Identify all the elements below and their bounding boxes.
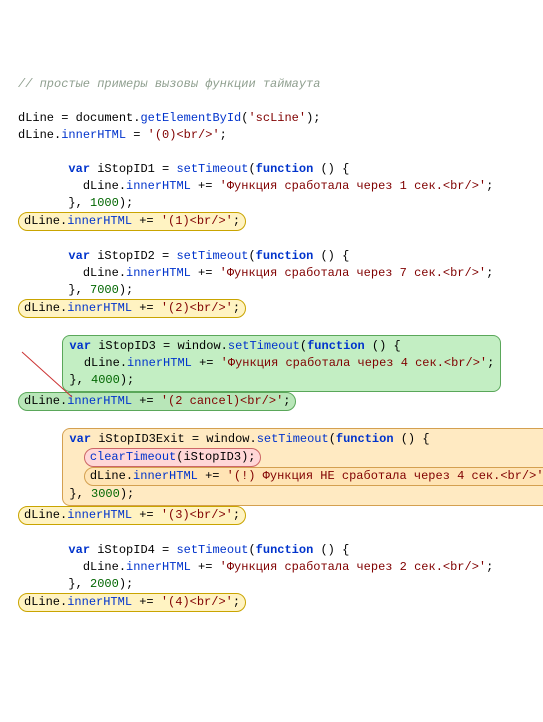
code-line: }, 7000); bbox=[18, 283, 133, 297]
code-line: dLine.innerHTML += 'Функция сработала че… bbox=[18, 179, 493, 193]
highlight-orange-box: var iStopID3Exit = window.setTimeout(fun… bbox=[62, 428, 543, 506]
highlight-yellow: dLine.innerHTML += '(1)<br/>'; bbox=[18, 212, 246, 231]
highlight-orange: dLine.innerHTML += '(!) Функция НЕ срабо… bbox=[84, 467, 543, 486]
code-line: dLine.innerHTML += 'Функция сработала че… bbox=[18, 266, 493, 280]
code-line: var iStopID2 = setTimeout(function () { bbox=[18, 249, 349, 263]
code-line: dLine.innerHTML = '(0)<br/>'; bbox=[18, 128, 227, 142]
code-line: dLine = document.getElementById('scLine'… bbox=[18, 111, 320, 125]
code-line: }, 2000); bbox=[18, 577, 133, 591]
code-line: dLine.innerHTML += 'Функция сработала че… bbox=[18, 560, 493, 574]
highlight-yellow: dLine.innerHTML += '(3)<br/>'; bbox=[18, 506, 246, 525]
code-comment: // простые примеры вызовы функции таймау… bbox=[18, 77, 320, 91]
code-line: }, 1000); bbox=[18, 196, 133, 210]
code-line: var iStopID1 = setTimeout(function () { bbox=[18, 162, 349, 176]
highlight-green-box: var iStopID3 = window.setTimeout(functio… bbox=[62, 335, 501, 392]
highlight-yellow: dLine.innerHTML += '(4)<br/>'; bbox=[18, 593, 246, 612]
highlight-yellow: dLine.innerHTML += '(2)<br/>'; bbox=[18, 299, 246, 318]
highlight-green: dLine.innerHTML += '(2 cancel)<br/>'; bbox=[18, 392, 296, 411]
code-line: var iStopID4 = setTimeout(function () { bbox=[18, 543, 349, 557]
highlight-pink: clearTimeout(iStopID3); bbox=[84, 448, 262, 467]
